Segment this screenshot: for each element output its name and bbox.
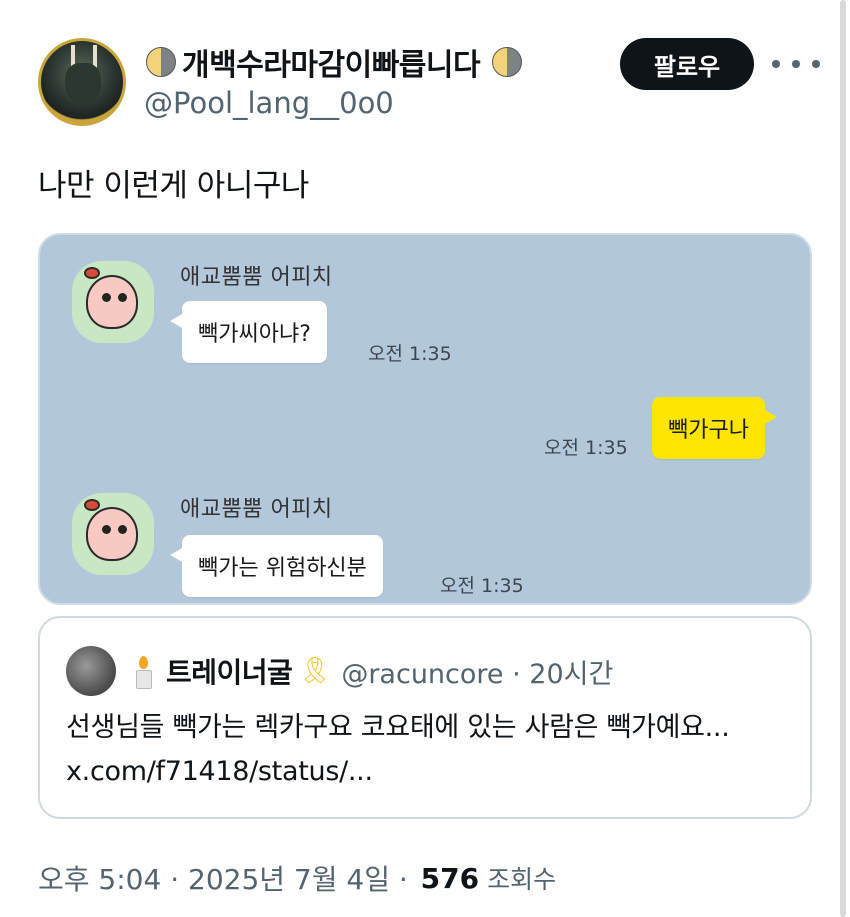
chat-bubble-received: 빽가는 위험하신분 (170, 535, 383, 597)
quoted-tweet[interactable]: 트레이너굴 🎗 @racuncore · 20시간 선생님들 빽가는 렉카구요 … (38, 616, 812, 819)
dot (812, 60, 820, 68)
eye (102, 525, 111, 534)
attached-image-chat[interactable]: 애교뿜뿜 어피치 빽가씨아냐? 오전 1:35 오전 1:35 빽가구나 애교뿜… (38, 233, 812, 605)
apeach-avatar (72, 261, 154, 343)
view-count: 576 (420, 861, 480, 895)
quoted-avatar[interactable] (66, 646, 116, 696)
more-options-icon[interactable] (772, 50, 820, 78)
quoted-text: 선생님들 빽가는 렉카구요 코요태에 있는 사람은 빽가예요... x.com/… (66, 712, 730, 787)
scrollbar[interactable] (840, 0, 846, 917)
half-moon-icon (146, 47, 176, 77)
dot (792, 60, 800, 68)
quoted-display-name[interactable]: 트레이너굴 (166, 651, 293, 691)
chat-sender-name: 애교뿜뿜 어피치 (180, 497, 333, 522)
chat-sender-name: 애교뿜뿜 어피치 (180, 265, 333, 290)
eye (118, 293, 127, 302)
eye (118, 525, 127, 534)
half-moon-icon (492, 47, 523, 77)
tweet-footer: 오후 5:04 · 2025년 7월 4일 · 576 조회수 (38, 858, 556, 898)
timestamp[interactable]: 오후 5:04 · 2025년 7월 4일 · (38, 858, 417, 898)
peach-face (86, 507, 138, 561)
quoted-header: 트레이너굴 🎗 @racuncore · 20시간 (136, 646, 613, 696)
leaf-shape (84, 499, 100, 511)
chat-bubble-sent: 빽가구나 (652, 397, 777, 459)
avatar[interactable] (38, 38, 126, 126)
chat-time: 오전 1:35 (368, 343, 452, 365)
yellow-ribbon-icon: 🎗 (298, 656, 332, 686)
user-handle[interactable]: @Pool_lang__0o0 (144, 86, 394, 120)
follow-button[interactable]: 팔로우 (620, 38, 754, 90)
view-count-label: 조회수 (487, 865, 557, 894)
chat-bubble-received: 빽가씨아냐? (170, 301, 327, 363)
leaf-shape (84, 267, 100, 279)
tweet-text: 나만 이런게 아니구나 (38, 168, 309, 204)
quoted-handle-time: @racuncore · 20시간 (341, 658, 614, 690)
eye (102, 293, 111, 302)
avatar-face (65, 63, 101, 103)
apeach-avatar (72, 493, 154, 575)
candle-icon (136, 656, 152, 689)
dot (772, 60, 780, 68)
chat-time: 오전 1:35 (440, 575, 524, 597)
tweet-header: 개백수라마감이빠릅니다 @Pool_lang__0o0 팔로우 (38, 38, 820, 130)
display-name[interactable]: 개백수라마감이빠릅니다 (182, 40, 481, 84)
display-name-row[interactable]: 개백수라마감이빠릅니다 (146, 40, 523, 84)
peach-face (86, 275, 138, 329)
chat-time: 오전 1:35 (544, 437, 628, 459)
